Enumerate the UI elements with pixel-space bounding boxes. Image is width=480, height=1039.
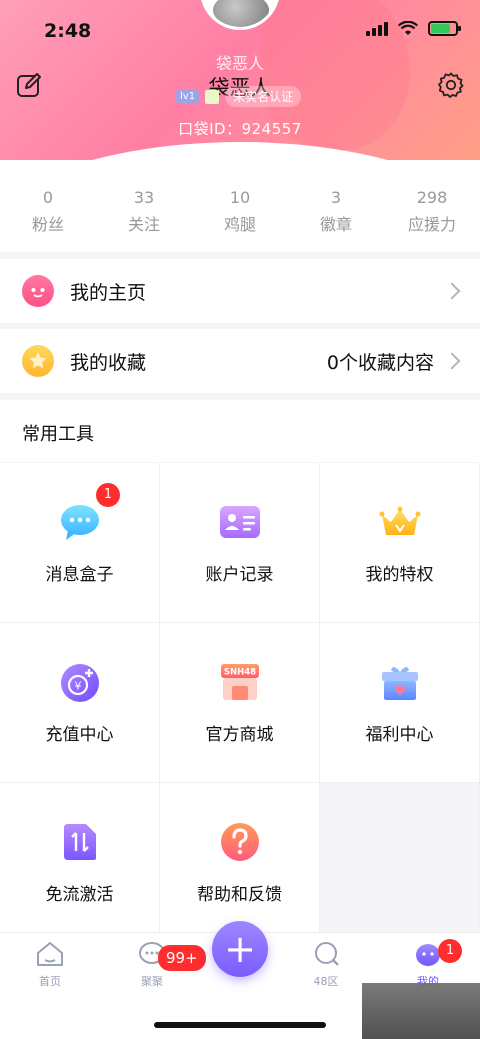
stat-label: 粉丝 [31,215,64,234]
chevron-right-icon [443,352,461,370]
tab-48zone-label: 48区 [313,975,339,988]
stat-value: 3 [330,188,342,207]
screenshot-corner-overlay [362,983,480,1039]
tool-label: 帮助和反馈 [197,885,282,905]
mine-badge: 1 [438,939,462,963]
shop-icon: SNH48 [218,660,262,704]
chat-unread-badge: 99+ [158,945,206,971]
stat-fans[interactable]: 0 粉丝 [0,160,96,252]
tool-welfare-center[interactable]: 福利中心 [320,623,480,782]
search-circle-icon [315,942,339,966]
tab-chat-label: 聚聚 [141,975,163,988]
message-count-badge: 1 [96,483,120,507]
tab-chat[interactable]: 聚聚 99+ [112,941,206,989]
wifi-icon [398,20,418,35]
tool-empty-slot [320,783,480,942]
crown-icon [378,500,422,544]
my-favorites-label: 我的收藏 [70,351,147,374]
tool-official-store[interactable]: SNH48 官方商城 [160,623,320,782]
stat-value: 298 [416,188,448,207]
tool-label: 官方商城 [205,725,274,745]
stat-label: 鸡腿 [223,215,256,234]
tool-recharge-center[interactable]: ¥ 充值中心 [0,623,160,782]
profile-name-echo: 袋恶人 [215,54,264,73]
tool-help-feedback[interactable]: 帮助和反馈 [160,783,320,942]
gift-icon [378,660,422,704]
tool-my-privileges[interactable]: 我的特权 [320,463,480,622]
question-icon [218,820,262,864]
tool-message-box[interactable]: 消息盒子 1 [0,463,160,622]
stats-bar: 0 粉丝 33 关注 10 鸡腿 3 徽章 298 应援力 [0,160,480,252]
house-icon [37,942,63,966]
stat-value: 0 [42,188,54,207]
stat-badges[interactable]: 3 徽章 [288,160,384,252]
profile-badges: lv1 未实名认证 [176,86,302,107]
tool-account-records[interactable]: 账户记录 [160,463,320,622]
tool-label: 账户记录 [205,565,274,585]
signal-icon [366,20,388,36]
star-icon [22,345,54,377]
svg-text:¥: ¥ [74,680,81,693]
profile-header: 2:48 袋恶人 袋恶人 lv1 未实名认证 口袋ID：924557 [0,0,480,160]
tool-free-data[interactable]: 免流激活 [0,783,160,942]
shop-sign-text: SNH48 [223,668,255,678]
stat-drumsticks[interactable]: 10 鸡腿 [192,160,288,252]
stat-label: 关注 [127,215,160,234]
tool-label: 福利中心 [365,725,434,745]
my-favorites-row[interactable]: 我的收藏 0个收藏内容 [0,329,480,393]
user-id: 口袋ID：924557 [178,120,302,138]
tools-grid: 消息盒子 1 账户记录 我的特权 ¥ 充值中心 SNH48 官方商城 福利中心 [0,463,480,942]
tab-mine[interactable]: 我的 1 [388,939,468,989]
tool-label: 免流激活 [45,885,114,905]
stat-following[interactable]: 33 关注 [96,160,192,252]
tools-section-title: 常用工具 [0,400,480,462]
level-badge: lv1 [176,90,200,103]
tool-label: 我的特权 [365,565,434,585]
message-icon [58,500,102,544]
stat-value: 33 [133,188,155,207]
tab-home-label: 首页 [39,975,61,988]
verify-badge[interactable]: 未实名认证 [225,86,302,107]
my-homepage-label: 我的主页 [70,281,147,304]
chevron-right-icon [443,282,461,300]
status-time: 2:48 [44,20,92,42]
stat-label: 徽章 [319,215,352,234]
tool-label: 消息盒子 [45,565,114,585]
status-icons [366,20,461,36]
member-icon [205,89,220,104]
tool-label: 充值中心 [45,725,114,745]
stat-value: 10 [229,188,251,207]
favorites-count: 0个收藏内容 [326,351,434,374]
tab-home[interactable]: 首页 [10,941,90,989]
create-post-button[interactable]: + [212,921,268,977]
data-arrows-icon [58,820,102,864]
my-homepage-row[interactable]: 我的主页 [0,259,480,323]
stat-label: 应援力 [407,215,456,234]
home-indicator [154,1022,326,1028]
tab-48zone[interactable]: 48区 [286,941,366,989]
id-card-icon [218,500,262,544]
battery-icon [428,20,461,36]
stat-support[interactable]: 298 应援力 [384,160,480,252]
face-icon [22,275,54,307]
coin-plus-icon: ¥ [58,660,102,704]
